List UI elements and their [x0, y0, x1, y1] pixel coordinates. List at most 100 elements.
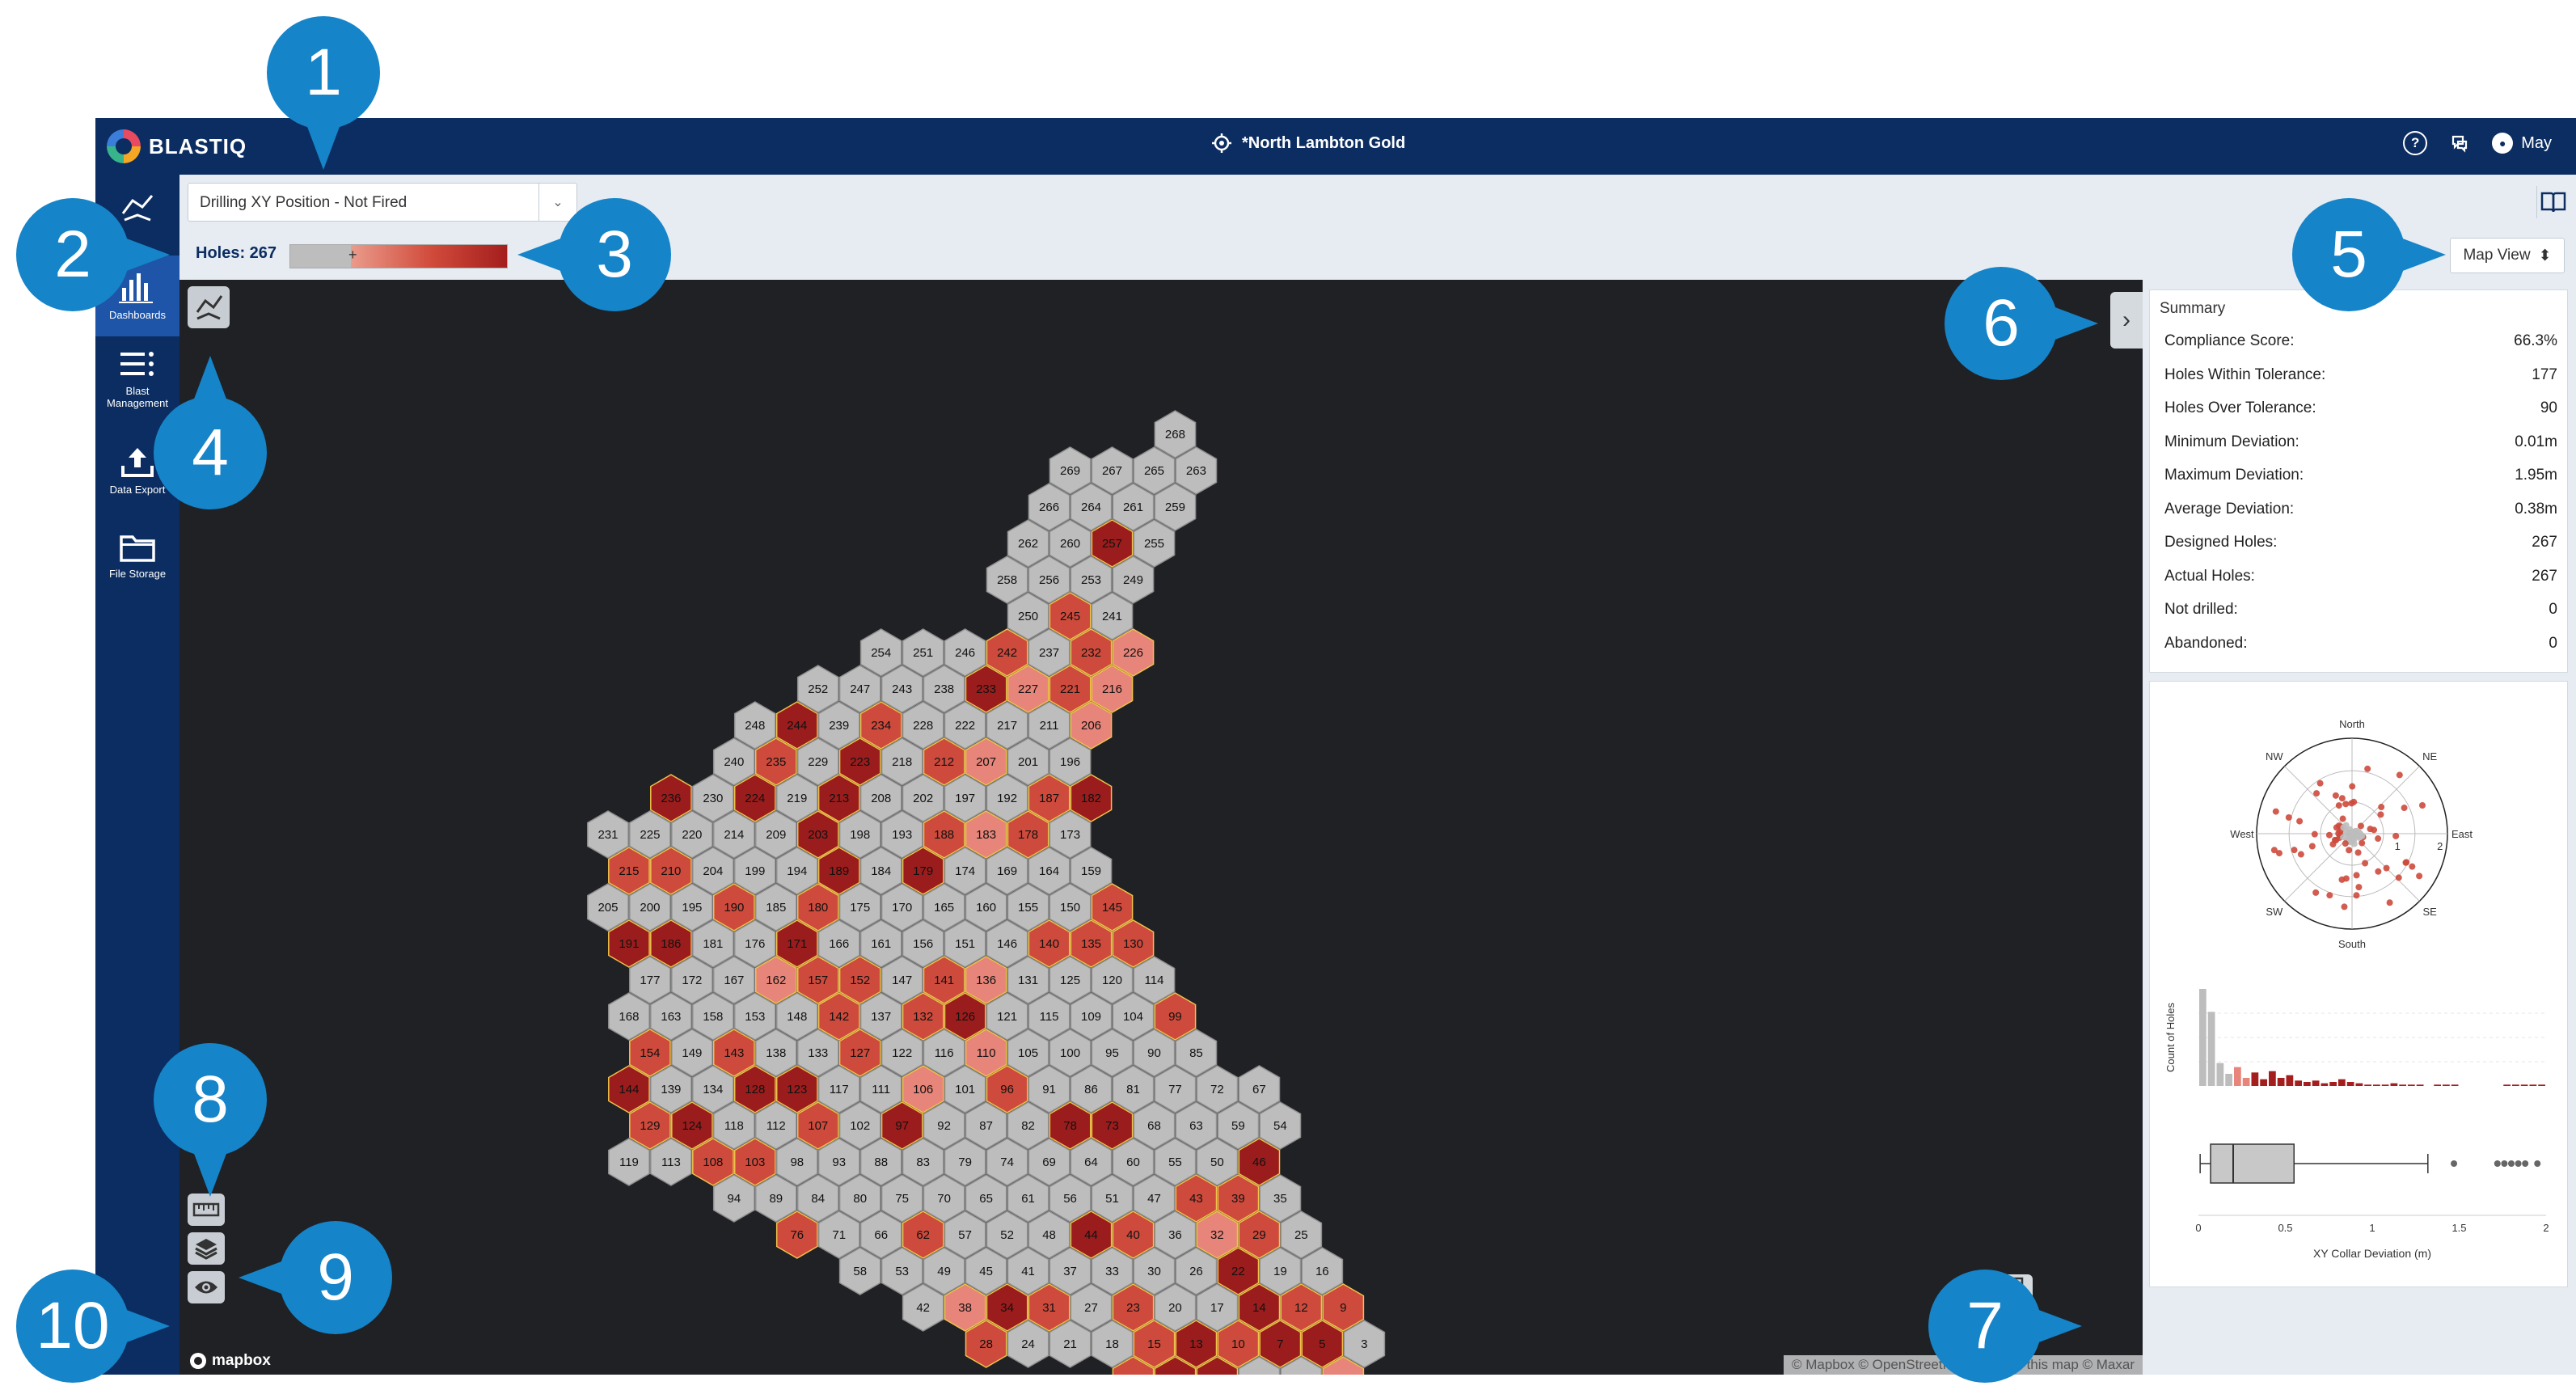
histogram-bar[interactable]	[2295, 1080, 2302, 1086]
hole-label: 64	[1084, 1156, 1098, 1169]
hole-label: 115	[1040, 1010, 1059, 1024]
hole-label: 179	[913, 864, 933, 878]
layers-button[interactable]	[188, 1232, 225, 1265]
callout-pointer	[186, 1132, 234, 1197]
histogram-bar[interactable]	[2399, 1084, 2406, 1086]
hole-label: 207	[976, 755, 996, 769]
histogram-bar[interactable]	[2512, 1084, 2519, 1086]
polar-deviation-point	[2383, 864, 2390, 872]
histogram-bar[interactable]	[2538, 1084, 2545, 1086]
histogram-bar[interactable]	[2199, 989, 2206, 1086]
measure-button[interactable]	[188, 1194, 225, 1226]
hole-label: 70	[937, 1192, 951, 1206]
blast-map[interactable]: 1234567891011121314151617181920212223242…	[179, 280, 2143, 1375]
polar-deviation-point	[2403, 859, 2410, 866]
histogram-bar[interactable]	[2520, 1084, 2528, 1086]
histogram-bar[interactable]	[2503, 1084, 2511, 1086]
hole-label: 31	[1042, 1301, 1056, 1315]
sidebar-item-file-storage[interactable]: File Storage	[95, 530, 179, 603]
mapbox-logo[interactable]: mapbox	[189, 1352, 271, 1370]
histogram-bar[interactable]	[2338, 1079, 2346, 1086]
site-selector[interactable]: *North Lambton Gold	[1211, 133, 1405, 154]
hole-label: 54	[1273, 1119, 1287, 1133]
polar-deviation-point	[2359, 839, 2366, 847]
histogram-bar[interactable]	[2260, 1079, 2267, 1086]
summary-label: Holes Over Tolerance:	[2164, 399, 2316, 416]
hole-label: 257	[1102, 537, 1122, 551]
hole-label: 23	[1126, 1301, 1140, 1315]
polar-deviation-point	[2312, 889, 2320, 896]
summary-value: 90	[2540, 399, 2557, 416]
support-chat-icon[interactable]	[2448, 132, 2471, 154]
summary-value: 0	[2549, 601, 2557, 618]
summary-value: 267	[2532, 567, 2557, 585]
histogram-bar[interactable]	[2234, 1067, 2241, 1086]
polar-deviation-point	[2291, 847, 2298, 854]
map-tool-button[interactable]	[188, 286, 230, 328]
deviation-legend[interactable]: +	[289, 244, 508, 268]
hole-label: 118	[724, 1119, 744, 1133]
hole-label: 67	[1252, 1083, 1266, 1096]
logo-ring-icon	[107, 129, 141, 163]
hole-label: 194	[787, 864, 807, 878]
histogram-bar[interactable]	[2434, 1084, 2441, 1086]
histogram-bar[interactable]	[2304, 1082, 2311, 1086]
hole-label: 130	[1123, 937, 1143, 951]
histogram-bar[interactable]	[2242, 1078, 2250, 1086]
polar-deviation-point	[2353, 892, 2360, 899]
hole-label: 221	[1060, 682, 1080, 696]
polar-deviation-point	[2285, 813, 2292, 821]
histogram-bar[interactable]	[2225, 1074, 2232, 1086]
histogram-bar[interactable]	[2408, 1084, 2415, 1086]
histogram-bar[interactable]	[2216, 1063, 2224, 1086]
hole-label: 263	[1186, 464, 1206, 478]
histogram-bar[interactable]	[2207, 1012, 2215, 1086]
histogram-bar[interactable]	[2269, 1071, 2276, 1086]
polar-deviation-point	[2349, 783, 2356, 790]
hole-label: 175	[850, 901, 870, 915]
hole-label: 266	[1039, 501, 1059, 514]
hole-label: 122	[892, 1046, 912, 1060]
histogram-bar[interactable]	[2451, 1084, 2459, 1086]
histogram-bar[interactable]	[2373, 1084, 2380, 1086]
hole-label: 187	[1039, 792, 1059, 805]
histogram-bar[interactable]	[2381, 1084, 2389, 1086]
histogram-bar[interactable]	[2529, 1084, 2537, 1086]
polar-deviation-point	[2362, 860, 2369, 867]
hole-label: 114	[1145, 974, 1164, 987]
chevron-right-icon: ›	[2122, 306, 2130, 333]
collapse-panel-button[interactable]: ›	[2110, 292, 2143, 349]
histogram-bar[interactable]	[2416, 1084, 2424, 1086]
help-icon[interactable]: ?	[2403, 131, 2428, 155]
histogram-bar[interactable]	[2329, 1082, 2337, 1086]
deviation-charts[interactable]: North NE East SE South SW West NW 1 2 Count of Hol…	[2150, 682, 2567, 1286]
layer-select[interactable]: Drilling XY Position - Not Fired ⌄	[188, 183, 577, 222]
polar-direction-label: West	[2230, 828, 2254, 840]
histogram-bar[interactable]	[2346, 1082, 2354, 1086]
hole-label: 113	[661, 1156, 681, 1169]
histogram-bar[interactable]	[2286, 1075, 2294, 1086]
hole-label: 103	[745, 1156, 765, 1169]
user-menu[interactable]: ● May	[2492, 133, 2552, 154]
hole-label: 28	[979, 1337, 993, 1351]
summary-label: Not drilled:	[2164, 601, 2238, 618]
histogram-bar[interactable]	[2443, 1084, 2450, 1086]
hole-voronoi-layer[interactable]: 1234567891011121314151617181920212223242…	[179, 280, 2143, 1375]
histogram-bar[interactable]	[2251, 1072, 2259, 1086]
open-book-button[interactable]	[2536, 186, 2570, 218]
histogram-bar[interactable]	[2312, 1080, 2320, 1086]
hole-label: 171	[787, 937, 807, 951]
hole-label: 217	[997, 719, 1017, 733]
blastiq-logo[interactable]: BLASTIQ	[107, 129, 247, 163]
histogram-bar[interactable]	[2364, 1084, 2371, 1086]
histogram-bar[interactable]	[2321, 1083, 2329, 1086]
hole-label: 185	[766, 901, 786, 915]
box-iqr[interactable]	[2210, 1143, 2295, 1184]
histogram-bar[interactable]	[2277, 1078, 2285, 1086]
hole-label: 50	[1210, 1156, 1224, 1169]
view-select[interactable]: Map View ⬍	[2450, 238, 2565, 273]
sidebar-item-label: Blast Management	[107, 385, 168, 409]
histogram-bar[interactable]	[2355, 1083, 2363, 1086]
visibility-button[interactable]	[188, 1271, 225, 1303]
histogram-bar[interactable]	[2390, 1083, 2398, 1086]
